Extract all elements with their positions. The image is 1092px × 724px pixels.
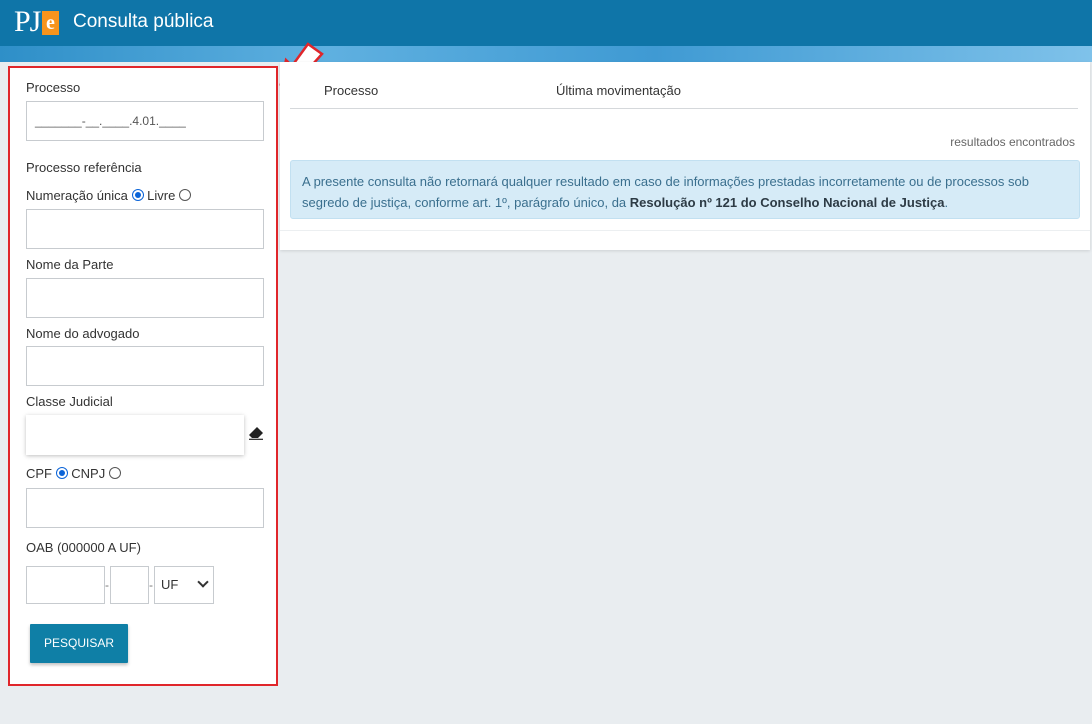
classe-judicial-input[interactable] [26, 415, 244, 455]
uf-selected-value: UF [161, 577, 179, 592]
notice-end: . [944, 195, 949, 210]
column-header-ultima-movimentacao[interactable]: Última movimentação [556, 83, 681, 99]
logo-e: e [42, 11, 59, 35]
document-type-radios: CPF CNPJ [26, 466, 121, 482]
processo-label: Processo [26, 80, 81, 95]
oab-letter-input[interactable] [110, 566, 149, 604]
eraser-icon[interactable] [248, 426, 264, 440]
nome-advogado-input[interactable] [26, 346, 264, 386]
results-panel: Processo Última movimentação resultados … [280, 62, 1090, 250]
processo-referencia-label: Processo referência [26, 160, 142, 175]
search-form-panel: Processo _______-__.____.4.01.____ Proce… [8, 66, 278, 686]
cpf-cnpj-input[interactable] [26, 488, 264, 528]
pesquisar-button[interactable]: PESQUISAR [30, 624, 128, 663]
oab-separator-2: - [149, 578, 153, 592]
notice-alert: A presente consulta não retornará qualqu… [290, 160, 1080, 219]
uf-select[interactable]: UF [154, 566, 214, 604]
pje-logo[interactable]: PJ e [14, 3, 60, 43]
nome-advogado-label: Nome do advogado [26, 326, 140, 341]
chevron-down-icon [197, 576, 209, 588]
header-band [0, 46, 1092, 62]
oab-number-input[interactable] [26, 566, 105, 604]
column-header-processo[interactable]: Processo [324, 83, 378, 99]
notice-bold-link: Resolução nº 121 do Conselho Nacional de… [629, 195, 945, 210]
nome-parte-input[interactable] [26, 278, 264, 318]
nome-parte-label: Nome da Parte [26, 257, 114, 272]
cpf-label: CPF [26, 466, 52, 481]
classe-judicial-label: Classe Judicial [26, 394, 113, 409]
top-bar: PJ e Consulta pública [0, 0, 1092, 46]
livre-radio[interactable] [178, 189, 191, 201]
processo-referencia-input[interactable] [26, 209, 264, 249]
cnpj-label: CNPJ [71, 466, 106, 481]
livre-label: Livre [147, 188, 176, 203]
oab-label: OAB (000000 A UF) [26, 540, 141, 555]
logo-pj: PJ [14, 5, 41, 38]
cnpj-radio[interactable] [108, 467, 121, 479]
table-divider [290, 108, 1078, 109]
results-count: resultados encontrados [950, 135, 1075, 149]
page-title: Consulta pública [73, 11, 214, 32]
referencia-type-radios: Numeração única Livre [26, 188, 191, 204]
numeracao-unica-radio[interactable] [131, 189, 144, 201]
cpf-radio[interactable] [55, 467, 68, 479]
processo-input[interactable]: _______-__.____.4.01.____ [26, 101, 264, 141]
panel-footer-divider [280, 230, 1090, 231]
oab-separator: - [105, 578, 109, 592]
numeracao-unica-label: Numeração única [26, 188, 128, 203]
